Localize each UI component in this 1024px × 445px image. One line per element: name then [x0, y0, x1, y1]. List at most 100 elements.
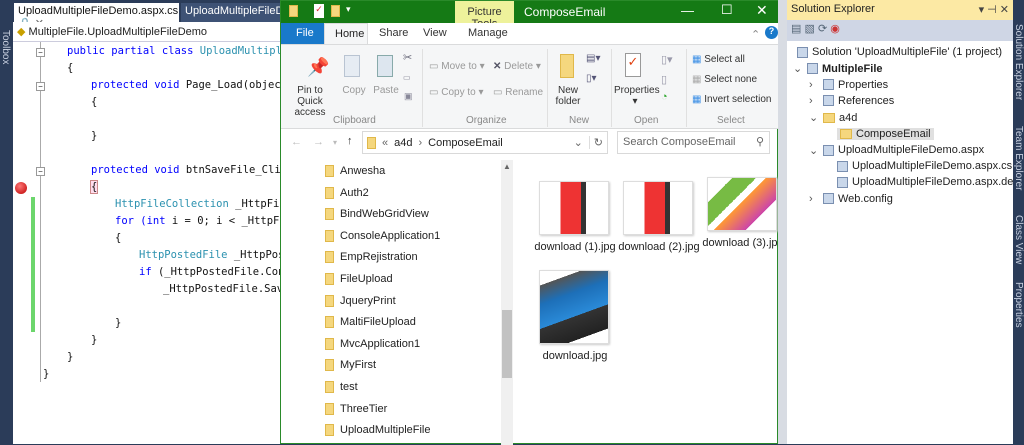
forward-button[interactable]: → [313, 136, 324, 148]
file-name[interactable]: download (1).jpg [530, 241, 620, 253]
invert-selection-button[interactable]: ▦ Invert selection [692, 94, 772, 105]
file-name[interactable]: download (2).jpg [614, 241, 704, 253]
nav-item[interactable]: BindWebGridView [325, 205, 429, 223]
tab-designer[interactable]: UploadMultipleFileDemo [181, 3, 281, 22]
paste-shortcut-icon[interactable]: ▣ [404, 91, 413, 102]
properties-button[interactable]: Properties ▾ [614, 85, 660, 107]
close-button[interactable]: ✕ [756, 2, 768, 19]
file-name[interactable]: download (3).jpg [698, 237, 788, 249]
move-to-button[interactable]: ▭ Move to ▾ [429, 61, 485, 72]
collapse-toggle[interactable]: − [36, 48, 45, 57]
file-thumbnail[interactable] [539, 181, 609, 235]
address-dropdown-icon[interactable]: ⌄ [574, 136, 583, 149]
tab-active-file[interactable]: UploadMultipleFileDemo.aspx.cs 🔒 ✕ [14, 3, 179, 30]
tree-item[interactable]: Solution 'UploadMultipleFile' (1 project… [797, 46, 1002, 58]
side-tab-team-explorer[interactable]: Team Explorer [1013, 126, 1024, 190]
tab-file[interactable]: File [281, 23, 324, 44]
help-icon[interactable]: ? [765, 26, 778, 39]
tree-item[interactable]: › Web.config [809, 193, 893, 205]
toolbox-strip[interactable]: Toolbox [0, 0, 13, 444]
nav-item[interactable]: ConsoleApplication1 [325, 227, 440, 245]
copy-path-icon[interactable]: ▭ [403, 73, 411, 82]
tab-manage[interactable]: Manage [468, 27, 508, 39]
breadcrumb[interactable]: ◆ MultipleFile.UploadMultipleFileDemo [13, 22, 280, 42]
tree-item[interactable]: › References [809, 95, 894, 107]
expand-chevron-icon[interactable]: ⌄ [809, 144, 819, 157]
nav-item[interactable]: FileUpload [325, 270, 393, 288]
side-tab-solution-explorer[interactable]: Solution Explorer [1013, 24, 1024, 100]
recent-locations-button[interactable]: ▾ [333, 138, 337, 147]
history-icon[interactable]: ◔ [661, 91, 668, 103]
easy-access-icon[interactable]: ▯▾ [586, 73, 597, 84]
address-part-a4d[interactable]: a4d [394, 137, 412, 149]
delete-button[interactable]: ✕ Delete ▾ [493, 61, 541, 72]
tree-item[interactable]: ComposeEmail [837, 127, 934, 140]
tab-view[interactable]: View [423, 27, 447, 39]
nav-item[interactable]: MaltiFileUpload [325, 313, 416, 331]
nav-item[interactable]: MyFirst [325, 356, 376, 374]
toolbox-tab[interactable]: Toolbox [0, 30, 11, 64]
select-all-button[interactable]: ▦ Select all [692, 54, 745, 65]
collapse-toggle[interactable]: − [36, 167, 45, 176]
copy-to-button[interactable]: ▭ Copy to ▾ [429, 87, 484, 98]
nav-item[interactable]: EmpRejistration [325, 248, 418, 266]
pin-to-quick-access-button[interactable]: Pin to Quick access [284, 85, 336, 118]
file-thumbnail[interactable] [707, 177, 777, 231]
breakpoint-icon[interactable] [15, 182, 27, 194]
nav-scrollbar[interactable]: ▲ [501, 160, 513, 445]
open-icon[interactable]: ▯▾ [661, 53, 673, 66]
tree-item[interactable]: ⌄ a4d [809, 111, 857, 125]
new-folder-qat-icon[interactable] [331, 5, 340, 17]
qat-dropdown-icon[interactable]: ▾ [346, 4, 351, 15]
scrollbar-thumb[interactable] [502, 310, 512, 378]
nav-item[interactable]: Anwesha [325, 162, 385, 180]
address-part-composeemail[interactable]: ComposeEmail [428, 137, 503, 149]
collapse-toggle[interactable]: − [36, 82, 45, 91]
paste-button[interactable]: Paste [371, 85, 401, 96]
search-input[interactable]: Search ComposeEmail ⚲ [617, 131, 770, 154]
side-tab-class-view[interactable]: Class View [1013, 215, 1024, 264]
rename-button[interactable]: ▭ Rename [493, 87, 543, 98]
scroll-up-arrow[interactable]: ▲ [503, 162, 511, 171]
splitter[interactable] [778, 0, 787, 444]
new-item-icon[interactable]: ▤▾ [586, 53, 600, 64]
tree-item[interactable]: › Properties [809, 79, 888, 91]
nav-item[interactable]: ThreeTier [325, 400, 387, 418]
address-overflow[interactable]: « [382, 137, 388, 149]
code-editor[interactable]: public partial class UploadMultipleF {pro… [13, 42, 295, 444]
refresh-icon[interactable]: ↻ [588, 136, 607, 149]
collapse-chevron-icon[interactable]: › [809, 193, 819, 205]
tab-share[interactable]: Share [379, 27, 408, 39]
address-bar[interactable]: « a4d › ComposeEmail ⌄ ↻ [362, 131, 608, 154]
side-tab-properties[interactable]: Properties [1013, 282, 1024, 328]
expand-chevron-icon[interactable]: ⌄ [809, 111, 819, 124]
tree-item[interactable]: UploadMultipleFileDemo.aspx.designer [837, 176, 1024, 188]
file-name[interactable]: download.jpg [530, 350, 620, 362]
title-bar[interactable]: ✓ ▾ Picture Tools ComposeEmail — ☐ ✕ [281, 1, 779, 30]
nav-item[interactable]: JqueryPrint [325, 292, 396, 310]
edit-icon[interactable]: ▯ [661, 73, 667, 86]
expand-chevron-icon[interactable]: ⌄ [793, 62, 803, 75]
nav-item[interactable]: test [325, 378, 358, 396]
nav-item[interactable]: MvcApplication1 [325, 335, 420, 353]
copy-button[interactable]: Copy [339, 85, 369, 96]
cut-icon[interactable]: ✂ [403, 51, 412, 64]
collapse-chevron-icon[interactable]: › [809, 79, 819, 91]
back-button[interactable]: ← [291, 136, 302, 148]
file-thumbnail[interactable] [539, 270, 609, 344]
tree-item[interactable]: ⌄ UploadMultipleFileDemo.aspx [809, 144, 984, 157]
new-folder-button[interactable]: New folder [553, 85, 583, 107]
nav-item[interactable]: Auth2 [325, 184, 369, 202]
collapse-ribbon-icon[interactable]: ⌃ [751, 28, 760, 41]
tree-item[interactable]: UploadMultipleFileDemo.aspx.cs [837, 160, 1012, 172]
minimize-button[interactable]: — [681, 3, 694, 18]
tab-home[interactable]: Home [324, 23, 368, 45]
up-button[interactable]: ↑ [347, 135, 353, 147]
nav-item[interactable]: UploadMultipleFile [325, 421, 431, 439]
collapse-chevron-icon[interactable]: › [809, 95, 819, 107]
tree-item[interactable]: ⌄ MultipleFile [793, 62, 883, 76]
properties-qat-icon[interactable]: ✓ [314, 4, 324, 18]
maximize-button[interactable]: ☐ [721, 2, 733, 18]
file-thumbnail[interactable] [623, 181, 693, 235]
select-none-button[interactable]: ▦ Select none [692, 74, 757, 85]
